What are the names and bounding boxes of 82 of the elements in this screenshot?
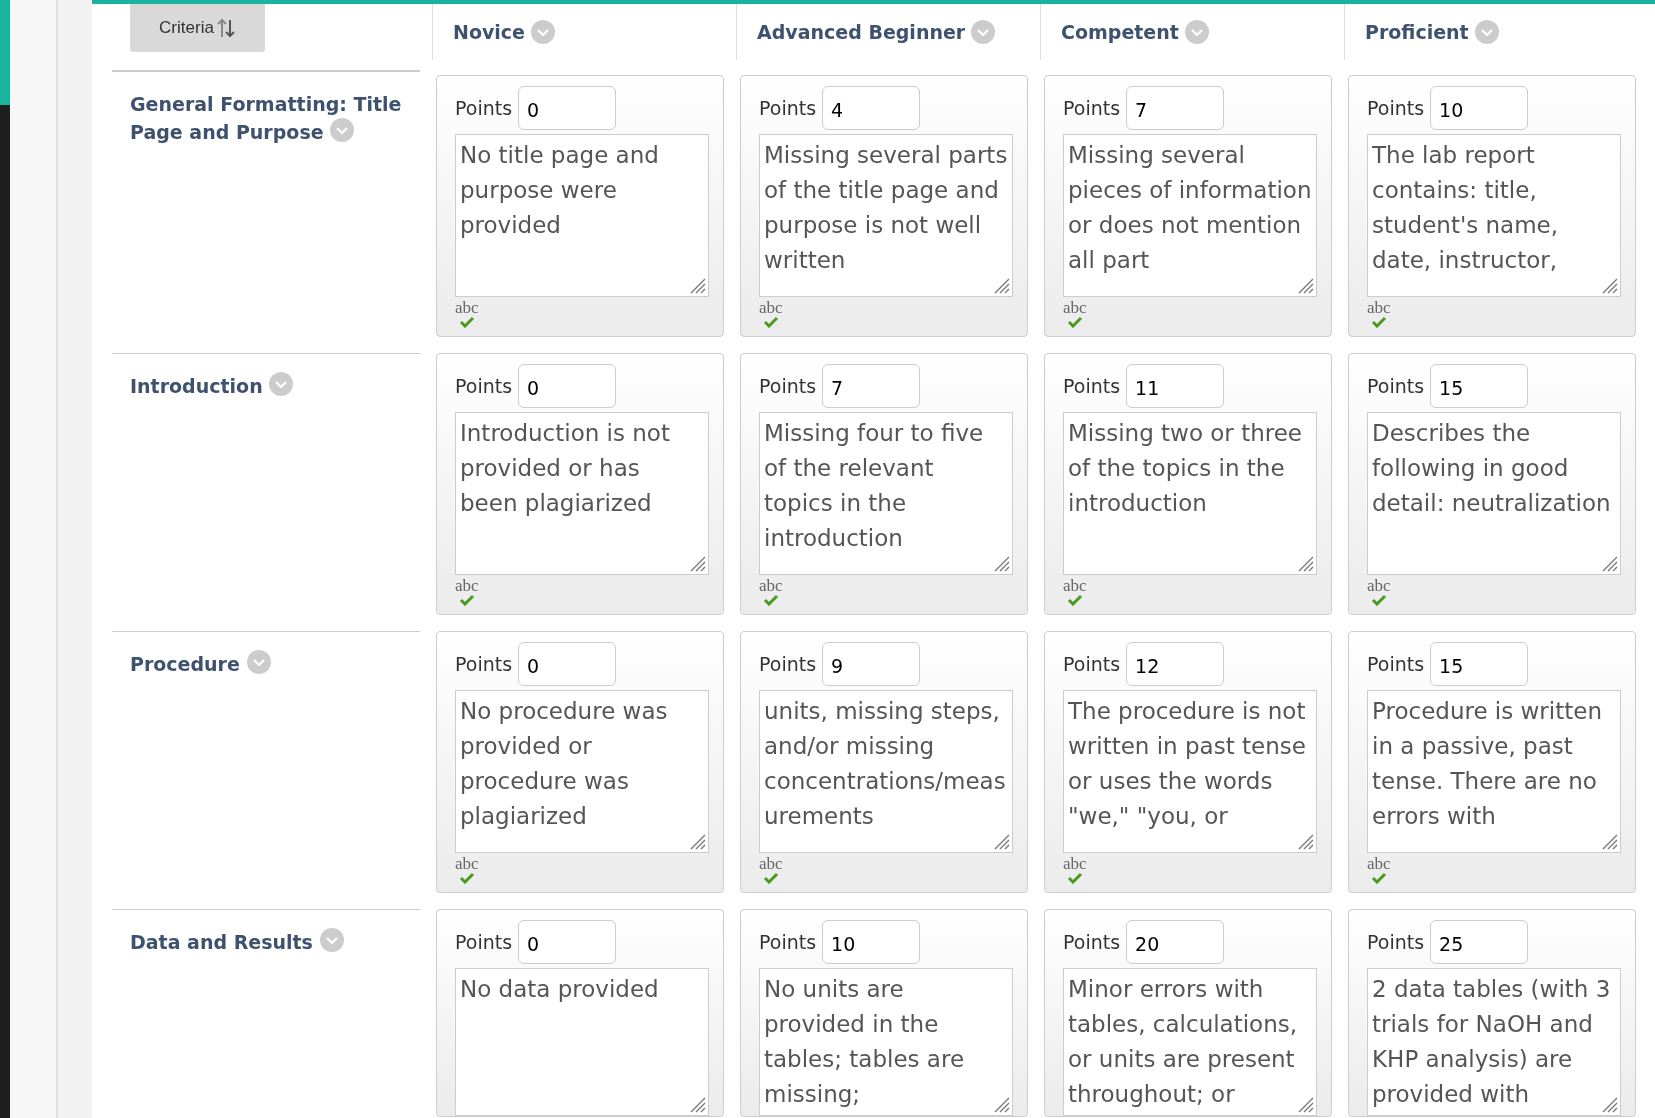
description-field[interactable]: No title page and purpose were provided — [455, 134, 709, 297]
points-input[interactable]: 10 — [1430, 86, 1529, 130]
points-input[interactable]: 10 — [822, 920, 921, 964]
points-input[interactable]: 9 — [822, 642, 921, 686]
points-label: Points — [759, 97, 817, 119]
spellcheck-label[interactable]: abc — [455, 577, 479, 594]
points-label: Points — [455, 931, 513, 953]
points-input[interactable]: 0 — [518, 642, 617, 686]
description-field[interactable]: Introduction is not provided or has been plagiarized — [455, 412, 709, 575]
points-label: Points — [455, 97, 513, 119]
points-label: Points — [1063, 97, 1121, 119]
points-label: Points — [759, 375, 817, 397]
points-label: Points — [1367, 97, 1425, 119]
description-field[interactable]: No units are provided in the tables; tables are missing; — [759, 968, 1013, 1116]
points-label: Points — [1367, 653, 1425, 675]
spellcheck-label[interactable]: abc — [1367, 577, 1391, 594]
points-label: Points — [1367, 375, 1425, 397]
checkmark-icon — [762, 316, 779, 328]
criterion-name: General Formatting: Title Page and Purpose — [130, 93, 402, 143]
points-input[interactable]: 11 — [1126, 364, 1225, 408]
criteria-sort-button[interactable]: Criteria — [130, 4, 265, 52]
points-input[interactable]: 7 — [822, 364, 921, 408]
description-field[interactable]: Missing several parts of the title page and purpose is not well written — [759, 134, 1013, 297]
points-input[interactable]: 0 — [518, 86, 617, 130]
spellcheck-label[interactable]: abc — [759, 577, 783, 594]
level-heading: Proficient — [1365, 21, 1469, 43]
criterion-name: Data and Results — [130, 931, 344, 953]
description-field[interactable]: Missing several pieces of information or does not mention all part — [1063, 134, 1317, 297]
level-heading: Novice — [453, 21, 525, 43]
checkmark-icon — [762, 872, 779, 884]
description-field[interactable]: No procedure was provided or procedure was plagiarized — [455, 690, 709, 853]
points-input[interactable]: 0 — [518, 364, 617, 408]
spellcheck-label[interactable]: abc — [1063, 577, 1087, 594]
checkmark-icon — [1066, 316, 1083, 328]
points-input[interactable]: 0 — [518, 920, 617, 964]
points-label: Points — [1063, 653, 1121, 675]
checkmark-icon — [458, 872, 475, 884]
points-input[interactable]: 25 — [1430, 920, 1529, 964]
points-input[interactable]: 7 — [1126, 86, 1225, 130]
points-label: Points — [1063, 931, 1121, 953]
checkmark-icon — [1370, 872, 1387, 884]
criterion-name: Procedure — [130, 653, 271, 675]
points-input[interactable]: 15 — [1430, 642, 1529, 686]
description-field[interactable]: The procedure is not written in past tense or uses the words "we," "you, or — [1063, 690, 1317, 853]
points-input[interactable]: 4 — [822, 86, 921, 130]
description-field[interactable]: 2 data tables (with 3 trials for NaOH and KHP analysis) are provided with — [1367, 968, 1621, 1116]
spellcheck-label[interactable]: abc — [455, 855, 479, 872]
points-input[interactable]: 15 — [1430, 364, 1529, 408]
description-field[interactable]: Minor errors with tables, calculations, or units are present throughout; or — [1063, 968, 1317, 1116]
points-label: Points — [1063, 375, 1121, 397]
spellcheck-label[interactable]: abc — [1063, 855, 1087, 872]
spellcheck-label[interactable]: abc — [759, 855, 783, 872]
spellcheck-label[interactable]: abc — [1367, 299, 1391, 316]
description-field[interactable]: Missing four to five of the relevant topics in the introduction — [759, 412, 1013, 575]
spellcheck-label[interactable]: abc — [1367, 855, 1391, 872]
points-label: Points — [455, 375, 513, 397]
description-field[interactable]: The lab report contains: title, student's name, date, instructor, — [1367, 134, 1621, 297]
level-heading: Competent — [1061, 21, 1179, 43]
points-label: Points — [759, 653, 817, 675]
sort-arrows-icon — [215, 17, 236, 39]
points-input[interactable]: 20 — [1126, 920, 1225, 964]
points-input[interactable]: 12 — [1126, 642, 1225, 686]
level-heading: Advanced Beginner — [757, 21, 966, 43]
points-label: Points — [455, 653, 513, 675]
description-field[interactable]: Describes the following in good detail: neutralization — [1367, 412, 1621, 575]
checkmark-icon — [1066, 594, 1083, 606]
checkmark-icon — [458, 316, 475, 328]
points-label: Points — [759, 931, 817, 953]
criterion-name: Introduction — [130, 375, 294, 397]
spellcheck-label[interactable]: abc — [1063, 299, 1087, 316]
points-label: Points — [1367, 931, 1425, 953]
spellcheck-label[interactable]: abc — [759, 299, 783, 316]
checkmark-icon — [1370, 594, 1387, 606]
description-field[interactable]: No data provided — [455, 968, 709, 1116]
checkmark-icon — [762, 594, 779, 606]
checkmark-icon — [1370, 316, 1387, 328]
checkmark-icon — [1066, 872, 1083, 884]
checkmark-icon — [458, 594, 475, 606]
description-field[interactable]: Procedure is written in a passive, past tense. There are no errors with — [1367, 690, 1621, 853]
description-field[interactable]: units, missing steps, and/or missing concentrations/measurements — [759, 690, 1013, 853]
spellcheck-label[interactable]: abc — [455, 299, 479, 316]
description-field[interactable]: Missing two or three of the topics in the introduction — [1063, 412, 1317, 575]
